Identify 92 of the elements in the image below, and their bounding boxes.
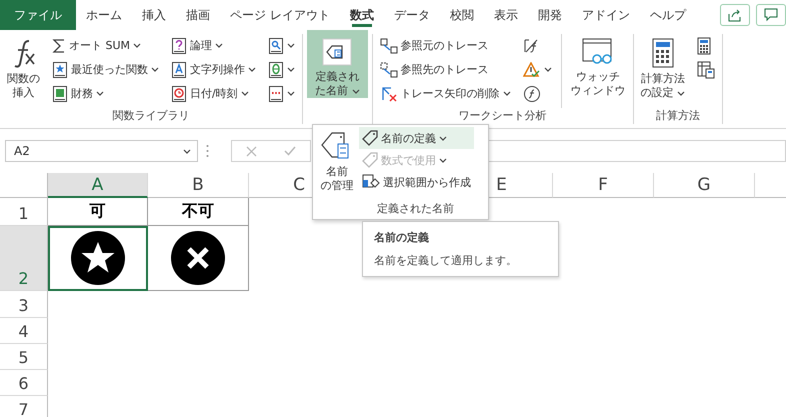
check-icon[interactable] — [284, 146, 296, 156]
row-header[interactable]: 5 — [0, 344, 48, 370]
ribbon-tab[interactable]: データ — [384, 0, 440, 30]
show-formulas-icon — [522, 38, 540, 54]
ribbon-button[interactable]: 財務 — [49, 82, 162, 105]
caret-icon — [133, 43, 142, 48]
name-box[interactable]: A2 — [5, 140, 198, 162]
comment-icon — [764, 8, 778, 22]
caret-icon — [352, 88, 360, 94]
trace-dependents-icon — [380, 62, 398, 78]
group-label: 定義された名前 — [376, 201, 455, 217]
ribbon-button[interactable]: 計算方法 の設定 — [638, 34, 688, 104]
share-icon — [728, 8, 742, 22]
table-cell: 可 — [48, 198, 148, 226]
share-button[interactable] — [720, 4, 750, 26]
caret-icon — [215, 43, 223, 48]
caret-icon — [502, 91, 510, 96]
ribbon-tab[interactable]: 表示 — [484, 0, 528, 30]
ribbon-tab[interactable]: ヘルプ — [640, 0, 696, 30]
table-tag-icon — [362, 174, 380, 190]
ribbon-tab[interactable]: 描画 — [176, 0, 220, 30]
tag-icon — [362, 152, 378, 168]
ribbon-tab[interactable]: 挿入 — [132, 0, 176, 30]
ribbon-button[interactable]: 文字列操作 — [168, 58, 259, 81]
row-header[interactable]: 7 — [0, 396, 48, 417]
tag-icon — [362, 130, 378, 146]
column-header[interactable]: A — [48, 173, 148, 198]
caret-icon — [287, 43, 295, 48]
theta-book-icon — [268, 60, 284, 78]
evaluate-formula-icon — [522, 84, 540, 102]
dots-book-icon — [268, 84, 284, 102]
caret-icon — [544, 67, 552, 72]
group-label: 関数ライブラリ — [112, 108, 190, 124]
finance-book-icon — [52, 84, 68, 102]
ribbon-button[interactable]: 参照先のトレース — [376, 58, 514, 81]
tooltip-text: 名前を定義して適用します。 — [374, 254, 517, 267]
cross-symbol-icon — [171, 231, 225, 285]
ribbon-tab[interactable]: 校閲 — [440, 0, 484, 30]
ribbon-tab[interactable]: アドイン — [572, 0, 640, 30]
row-header[interactable]: 6 — [0, 370, 48, 396]
ribbon-button[interactable]: トレース矢印の削除 — [376, 82, 514, 105]
caret-icon — [287, 67, 295, 72]
ribbon-button[interactable]: 関数の 挿入 — [4, 34, 43, 104]
star-book-icon — [52, 60, 68, 78]
caret-icon — [677, 90, 685, 96]
ribbon-button[interactable]: 日付/時刻 — [168, 82, 259, 105]
ribbon-button[interactable]: 論理 — [168, 34, 259, 57]
group-label: 計算方法 — [654, 108, 701, 124]
text-book-icon — [171, 60, 187, 78]
sheet-calculator-icon — [697, 60, 715, 78]
row-header[interactable]: 2 — [0, 226, 48, 291]
ribbon-button[interactable]: 最近使った関数 — [49, 58, 162, 81]
row-header[interactable]: 4 — [0, 318, 48, 344]
caret-icon — [248, 67, 256, 72]
calculator-icon — [697, 36, 711, 54]
ribbon-button[interactable]: 定義され た名前 — [307, 30, 368, 98]
menu-item[interactable]: 名前の定義 — [359, 127, 474, 149]
trace-precedents-icon — [380, 38, 398, 54]
drag-handle-icon — [206, 144, 209, 158]
ribbon-button[interactable]: ウォッチ ウィンドウ — [568, 34, 628, 102]
caret-icon — [240, 91, 249, 96]
ribbon-tab[interactable]: ホーム — [76, 0, 132, 30]
ribbon-button[interactable]: 参照元のトレース — [376, 34, 514, 57]
caret-icon — [151, 67, 159, 72]
star-symbol-icon — [70, 231, 124, 285]
row-header[interactable]: 3 — [0, 291, 48, 318]
dropdown-icon — [183, 148, 191, 154]
ribbon-tab[interactable]: 開発 — [528, 0, 572, 30]
sigma-icon — [52, 38, 66, 54]
group-label: ワークシート分析 — [458, 108, 548, 124]
column-header[interactable]: F — [553, 173, 654, 198]
table-cell: 不可 — [148, 198, 249, 226]
search-book-icon — [268, 36, 284, 54]
caret-icon — [287, 91, 295, 96]
error-check-icon — [522, 62, 540, 78]
ribbon-button[interactable]: オート SUM — [49, 34, 162, 57]
ribbon-tab[interactable]: 数式 — [340, 0, 384, 30]
ribbon-tab[interactable]: ファイル — [0, 0, 76, 30]
question-book-icon — [171, 36, 187, 54]
caret-icon — [439, 136, 447, 140]
column-header[interactable]: B — [148, 173, 249, 198]
column-header[interactable]: G — [654, 173, 755, 198]
caret-icon — [439, 158, 447, 162]
tooltip-title: 名前の定義 — [374, 230, 430, 245]
clock-book-icon — [171, 84, 187, 102]
calculator-icon — [652, 38, 674, 68]
tag-icon — [322, 38, 352, 66]
remove-arrows-icon — [380, 86, 398, 102]
comment-button[interactable] — [756, 4, 786, 26]
ribbon-tab[interactable]: ページ レイアウト — [220, 0, 340, 30]
caret-icon — [96, 91, 104, 96]
watch-window-icon — [582, 38, 614, 66]
